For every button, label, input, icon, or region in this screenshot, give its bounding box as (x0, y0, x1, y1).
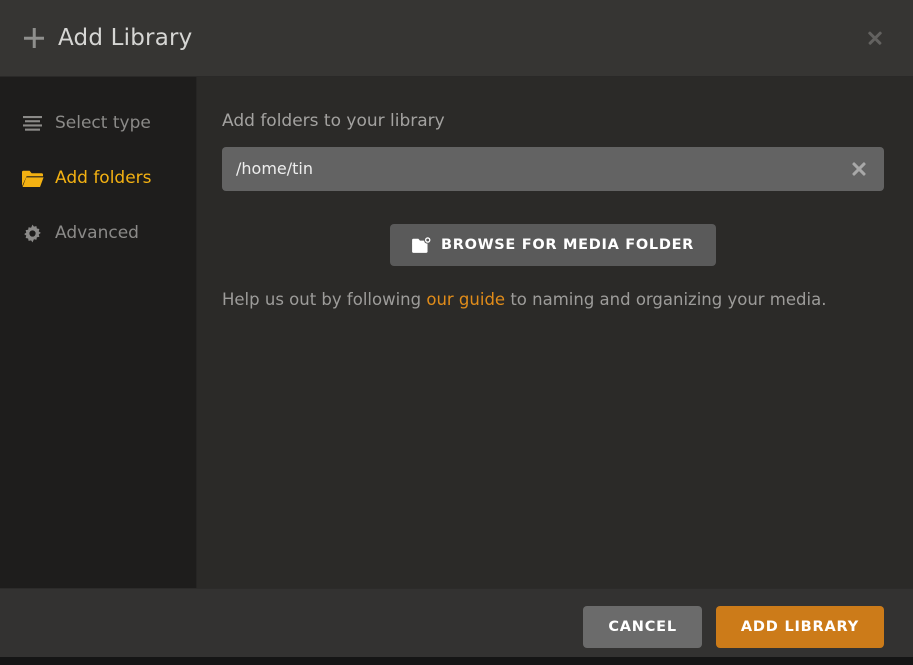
browse-for-media-folder-button[interactable]: BROWSE FOR MEDIA FOLDER (389, 224, 717, 266)
folder-plus-icon (412, 237, 431, 253)
page-title: Add Library (58, 24, 193, 51)
sidebar-item-select-type[interactable]: Select type (0, 96, 196, 151)
folder-icon (21, 168, 44, 190)
add-library-dialog: Add Library Select type Add folders Adva… (0, 0, 913, 665)
plus-icon (21, 25, 47, 51)
our-guide-link[interactable]: our guide (426, 290, 505, 309)
sidebar-item-label: Add folders (55, 168, 152, 188)
folder-list-item[interactable]: /home/tin (222, 147, 884, 191)
gear-icon (21, 223, 44, 245)
section-heading: Add folders to your library (222, 111, 445, 131)
close-icon[interactable] (864, 27, 886, 49)
sidebar-item-label: Advanced (55, 223, 139, 243)
help-text-after: to naming and organizing your media. (505, 290, 827, 309)
help-text-before: Help us out by following (222, 290, 427, 309)
sidebar-item-advanced[interactable]: Advanced (0, 206, 196, 261)
add-folders-panel: Add folders to your library /home/tin BR… (197, 77, 913, 588)
sidebar: Select type Add folders Advanced (0, 77, 197, 588)
help-text: Help us out by following our guide to na… (222, 290, 884, 310)
sidebar-item-add-folders[interactable]: Add folders (0, 151, 196, 206)
list-icon (21, 113, 44, 135)
bottom-strip (0, 657, 913, 665)
browse-button-row: BROWSE FOR MEDIA FOLDER (222, 224, 884, 266)
folder-path-value: /home/tin (236, 161, 313, 177)
dialog-body: Select type Add folders Advanced Add fol… (0, 77, 913, 588)
remove-folder-icon[interactable] (848, 158, 870, 180)
dialog-header: Add Library (0, 0, 913, 77)
add-library-button[interactable]: ADD LIBRARY (715, 606, 884, 648)
dialog-footer: CANCEL ADD LIBRARY (0, 588, 913, 665)
browse-button-label: BROWSE FOR MEDIA FOLDER (440, 237, 695, 253)
cancel-button[interactable]: CANCEL (583, 606, 702, 648)
sidebar-item-label: Select type (55, 113, 151, 133)
